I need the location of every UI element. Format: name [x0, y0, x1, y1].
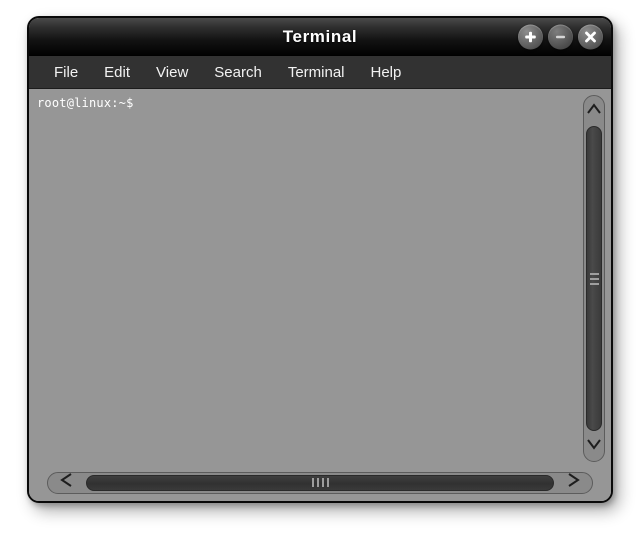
menubar: File Edit View Search Terminal Help: [29, 56, 611, 89]
terminal-output-area[interactable]: root@linux:~$: [29, 89, 581, 468]
chevron-up-icon: [586, 102, 602, 121]
maximize-button[interactable]: [518, 24, 543, 50]
minus-icon: [554, 31, 567, 44]
horizontal-thumb-grip: [311, 478, 329, 487]
chevron-left-icon: [58, 472, 76, 493]
vertical-thumb-grip: [589, 272, 599, 285]
scroll-right-button[interactable]: [556, 473, 590, 493]
close-button[interactable]: [578, 24, 603, 50]
window-controls: [518, 24, 603, 50]
menu-item-terminal[interactable]: Terminal: [277, 61, 356, 84]
titlebar[interactable]: Terminal: [29, 18, 611, 56]
terminal-prompt-line: root@linux:~$: [37, 96, 134, 110]
window-body: root@linux:~$: [29, 89, 611, 501]
terminal-window: Terminal File Edit View Search Terminal …: [27, 16, 613, 503]
menu-item-help[interactable]: Help: [360, 61, 413, 84]
screen: Terminal File Edit View Search Terminal …: [0, 0, 640, 533]
scroll-up-button[interactable]: [584, 98, 604, 124]
menu-item-search[interactable]: Search: [203, 61, 273, 84]
horizontal-scrollbar-trough[interactable]: [47, 471, 593, 494]
close-icon: [584, 31, 597, 44]
chevron-right-icon: [564, 472, 582, 493]
horizontal-scrollbar[interactable]: [29, 468, 611, 501]
vertical-scrollbar[interactable]: [581, 89, 611, 468]
content-row: root@linux:~$: [29, 89, 611, 468]
vertical-scrollbar-thumb[interactable]: [586, 126, 602, 431]
menu-item-view[interactable]: View: [145, 61, 199, 84]
scroll-left-button[interactable]: [50, 473, 84, 493]
menu-item-file[interactable]: File: [43, 61, 89, 84]
menu-item-edit[interactable]: Edit: [93, 61, 141, 84]
plus-icon: [524, 31, 537, 44]
scroll-down-button[interactable]: [584, 433, 604, 459]
vertical-scrollbar-trough[interactable]: [583, 95, 605, 462]
horizontal-scrollbar-thumb[interactable]: [86, 474, 554, 491]
window-title: Terminal: [282, 27, 358, 46]
chevron-down-icon: [586, 437, 602, 456]
minimize-button[interactable]: [548, 24, 573, 50]
